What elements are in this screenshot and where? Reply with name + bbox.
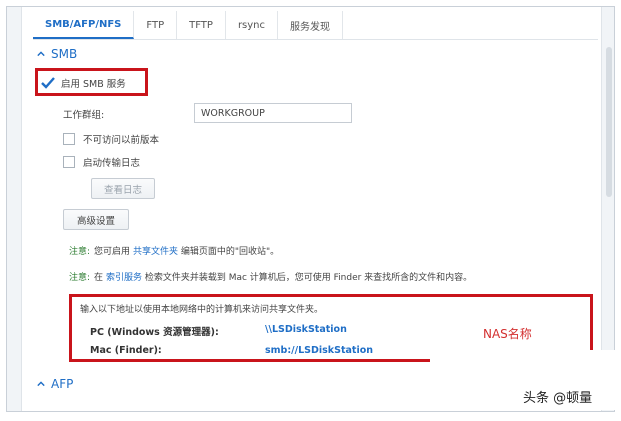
scroll-thumb[interactable] — [606, 47, 612, 197]
note-text: 您可启用 — [94, 247, 131, 257]
pc-address: \\LSDiskStation — [265, 324, 347, 335]
hide-previous-versions-row[interactable]: 不可访问以前版本 — [63, 132, 159, 146]
checkbox-unchecked-icon[interactable] — [63, 133, 75, 145]
watermark-text: 头条 @顿量 — [523, 391, 593, 406]
afp-section-title: AFP — [51, 377, 74, 391]
mac-address: smb://LSDiskStation — [265, 345, 373, 356]
workgroup-label: 工作群组: — [63, 110, 105, 121]
tab-rsync[interactable]: rsync — [226, 11, 279, 39]
left-gutter — [7, 7, 22, 411]
smb-section-header[interactable]: SMB — [37, 47, 77, 61]
chevron-up-icon — [37, 381, 45, 387]
advanced-settings-button[interactable]: 高级设置 — [63, 209, 129, 230]
workgroup-input[interactable]: WORKGROUP — [194, 103, 352, 123]
enable-smb-label: 启用 SMB 服务 — [61, 79, 126, 90]
note-text: 编辑页面中的"回收站"。 — [180, 247, 280, 257]
view-log-button-label: 查看日志 — [103, 184, 142, 196]
workgroup-row: 工作群组: — [63, 107, 104, 121]
smb-section-title: SMB — [51, 47, 78, 61]
afp-section-header[interactable]: AFP — [37, 377, 73, 391]
tab-tftp[interactable]: TFTP — [177, 11, 226, 39]
transfer-log-label: 启动传输日志 — [83, 158, 141, 169]
hide-previous-versions-label: 不可访问以前版本 — [83, 135, 160, 146]
workgroup-value: WORKGROUP — [201, 107, 265, 119]
tab-service-discovery[interactable]: 服务发现 — [278, 11, 344, 39]
shared-folder-link[interactable]: 共享文件夹 — [133, 247, 178, 257]
note-label: 注意: — [69, 247, 91, 257]
tab-smb-afp-nfs[interactable]: SMB/AFP/NFS — [33, 11, 135, 39]
mac-label: Mac (Finder): — [90, 345, 162, 356]
note-recycle-bin: 注意: 您可启用 共享文件夹 编辑页面中的"回收站"。 — [69, 244, 279, 257]
transfer-log-row[interactable]: 启动传输日志 — [63, 155, 140, 169]
chevron-up-icon — [37, 51, 45, 57]
tab-bar: SMB/AFP/NFS FTP TFTP rsync 服务发现 — [33, 11, 598, 40]
checkbox-unchecked-icon[interactable] — [63, 156, 75, 168]
note-indexing: 注意: 在 索引服务 检索文件夹并装载到 Mac 计算机后，您可使用 Finder… — [69, 270, 472, 283]
note-label: 注意: — [69, 273, 91, 283]
pc-label: PC (Windows 资源管理器): — [90, 327, 219, 338]
enable-smb-row[interactable]: 启用 SMB 服务 — [41, 76, 126, 90]
tab-ftp[interactable]: FTP — [134, 11, 178, 39]
indexing-service-link[interactable]: 索引服务 — [106, 273, 142, 283]
advanced-settings-button-label: 高级设置 — [76, 215, 115, 227]
note-text: 检索文件夹并装载到 Mac 计算机后，您可使用 Finder 来查找所含的文件和… — [144, 273, 473, 283]
checkbox-checked-icon[interactable] — [41, 76, 55, 90]
note-text: 在 — [94, 273, 104, 283]
nas-name-annotation: NAS名称 — [483, 327, 532, 341]
view-log-button[interactable]: 查看日志 — [91, 178, 155, 199]
address-intro: 输入以下地址以使用本地网络中的计算机来访问共享文件夹。 — [80, 305, 324, 315]
